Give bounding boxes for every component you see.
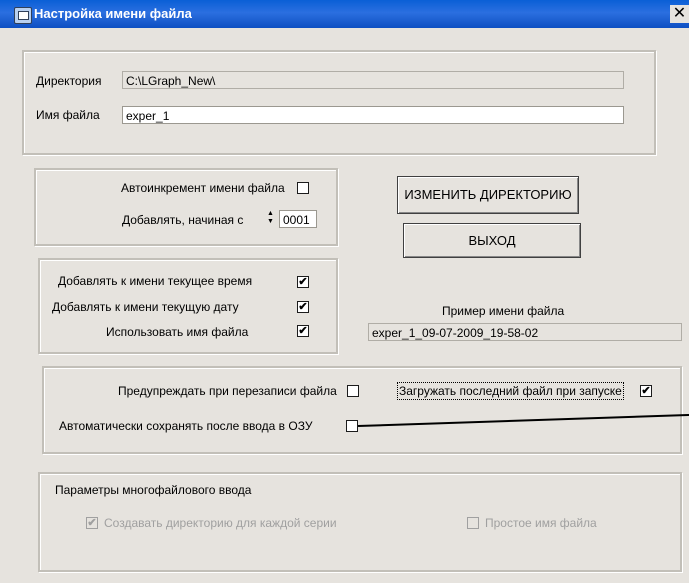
change-directory-button[interactable]: ИЗМЕНИТЬ ДИРЕКТОРИЮ <box>397 176 579 214</box>
dialog-window: Настройка имени файла ✕ Директория C:\LG… <box>0 0 689 583</box>
title-bar[interactable]: Настройка имени файла ✕ <box>0 0 689 28</box>
start-from-label: Добавлять, начиная с <box>122 213 244 227</box>
create-dir-label: Создавать директорию для каждой серии <box>104 516 337 530</box>
filename-label: Имя файла <box>36 108 100 122</box>
warn-overwrite-label: Предупреждать при перезаписи файла <box>118 384 337 398</box>
example-field: exper_1_09-07-2009_19-58-02 <box>368 323 682 341</box>
create-dir-checkbox[interactable]: ✔ <box>86 517 98 529</box>
path-group <box>22 50 656 155</box>
start-value-spinner-icon[interactable]: ▲ ▼ <box>265 210 276 228</box>
use-filename-label: Использовать имя файла <box>106 325 249 339</box>
append-time-checkbox[interactable]: ✔ <box>297 276 309 288</box>
autoincrement-group <box>34 168 338 246</box>
append-date-label: Добавлять к имени текущую дату <box>52 300 239 314</box>
append-time-label: Добавлять к имени текущее время <box>58 274 253 288</box>
directory-label: Директория <box>36 74 102 88</box>
autosave-checkbox[interactable] <box>346 420 358 432</box>
warn-overwrite-checkbox[interactable] <box>347 385 359 397</box>
simple-name-checkbox[interactable] <box>467 517 479 529</box>
autoincrement-checkbox[interactable] <box>297 182 309 194</box>
autosave-label: Автоматически сохранять после ввода в ОЗ… <box>59 419 313 433</box>
use-filename-checkbox[interactable]: ✔ <box>297 325 309 337</box>
start-value-input[interactable]: 0001 <box>279 210 317 228</box>
app-icon <box>14 7 32 24</box>
directory-field: C:\LGraph_New\ <box>122 71 624 89</box>
autoincrement-label: Автоинкремент имени файла <box>121 181 285 195</box>
options-group <box>42 366 682 454</box>
load-last-checkbox[interactable]: ✔ <box>640 385 652 397</box>
load-last-label: Загружать последний файл при запуске <box>397 382 624 400</box>
multifile-title: Параметры многофайлового ввода <box>55 483 252 497</box>
simple-name-label: Простое имя файла <box>485 516 597 530</box>
close-icon[interactable]: ✕ <box>670 5 689 23</box>
example-label: Пример имени файла <box>442 304 565 318</box>
filename-input[interactable]: exper_1 <box>122 106 624 124</box>
window-title: Настройка имени файла <box>34 6 192 21</box>
exit-button[interactable]: ВЫХОД <box>403 223 581 258</box>
append-date-checkbox[interactable]: ✔ <box>297 301 309 313</box>
